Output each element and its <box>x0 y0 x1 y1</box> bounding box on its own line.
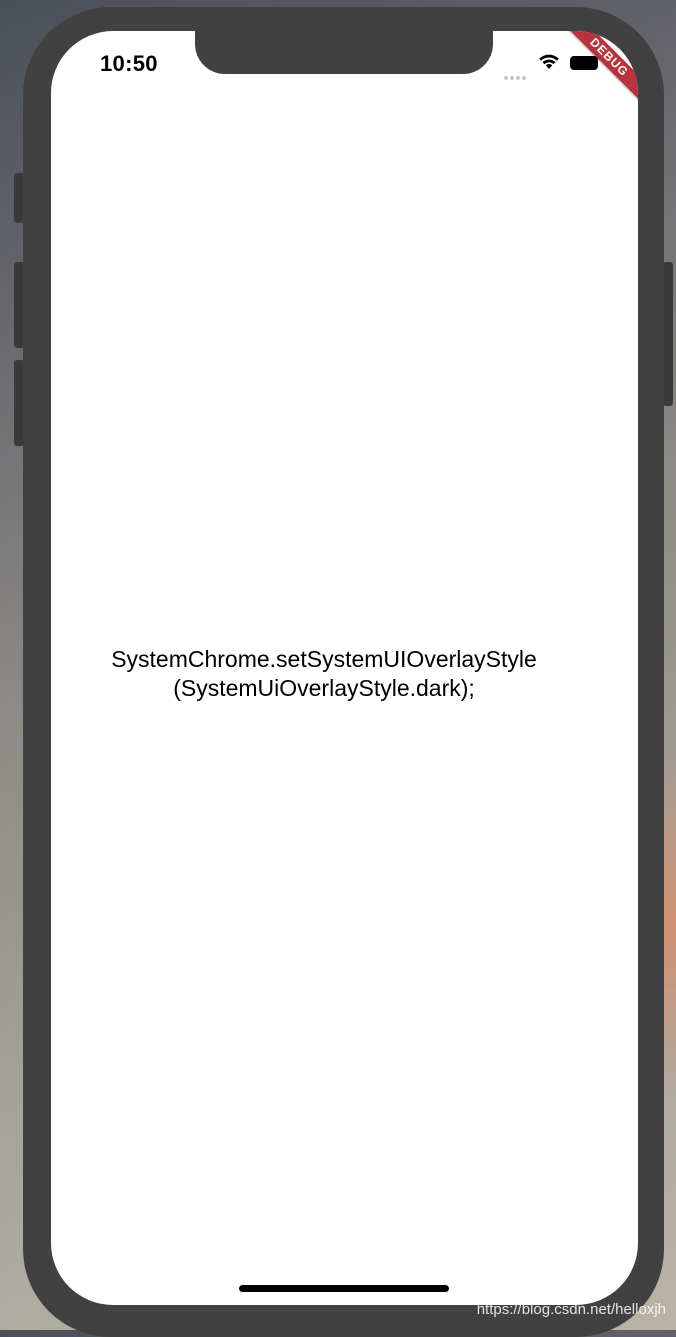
power-button <box>663 262 673 406</box>
device-frame: 10:50 DEBUG SystemChrome.setSystemUIOver… <box>23 7 664 1337</box>
home-indicator[interactable] <box>239 1285 449 1292</box>
text-line-1: SystemChrome.setSystemUIOverlayStyle <box>111 646 537 672</box>
text-line-2: (SystemUiOverlayStyle.dark); <box>173 675 475 701</box>
wifi-icon <box>538 53 560 75</box>
signal-icon <box>504 67 530 80</box>
notch <box>195 31 493 74</box>
debug-banner: DEBUG <box>557 31 638 110</box>
status-bar-time: 10:50 <box>100 51 158 76</box>
overlay-style-text: SystemChrome.setSystemUIOverlayStyle (Sy… <box>51 645 597 703</box>
app-screen: 10:50 DEBUG SystemChrome.setSystemUIOver… <box>51 31 638 1305</box>
watermark: https://blog.csdn.net/helloxjh <box>476 1301 666 1318</box>
battery-icon <box>570 56 598 70</box>
